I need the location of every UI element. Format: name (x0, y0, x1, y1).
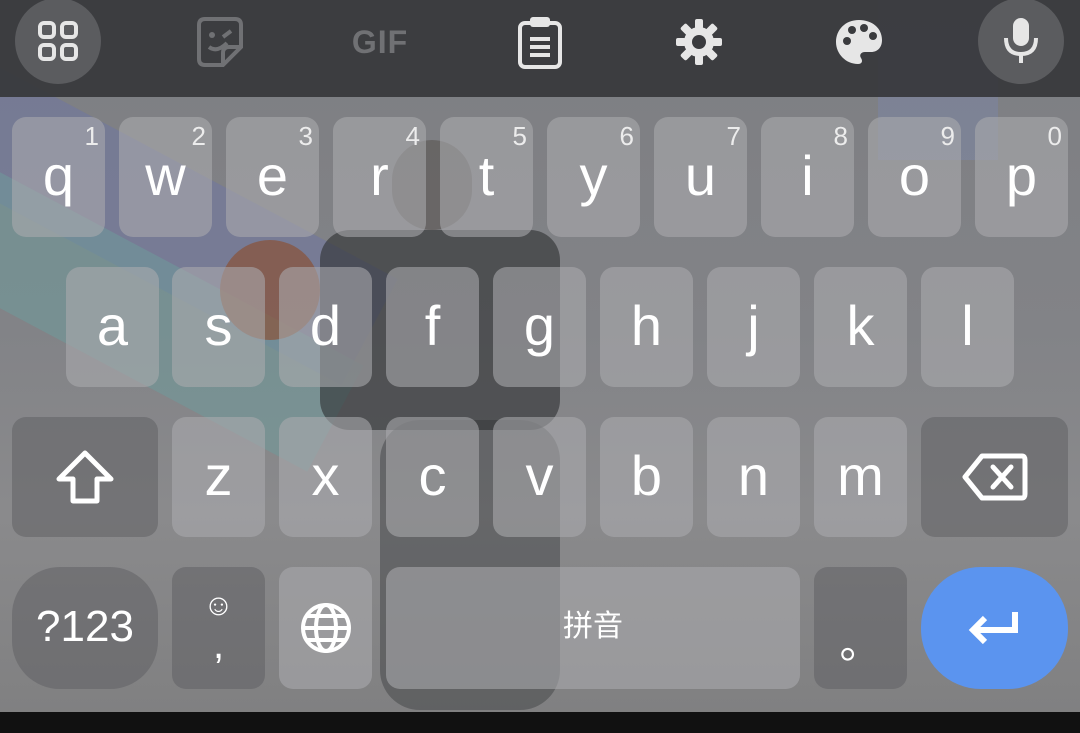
comma-emoji-key[interactable]: ☺ , (172, 567, 265, 689)
key-o[interactable]: 9o (868, 117, 961, 237)
key-label: h (630, 294, 663, 357)
symbols-key[interactable]: ?123 (12, 567, 158, 689)
sticker-icon[interactable] (175, 0, 265, 84)
key-label: b (630, 444, 663, 507)
key-i[interactable]: 8i (761, 117, 854, 237)
key-label: p (1005, 144, 1038, 207)
key-n[interactable]: n (707, 417, 800, 537)
key-label: z (204, 444, 233, 507)
key-hint: 9 (940, 121, 955, 151)
theme-palette-icon[interactable] (814, 0, 904, 84)
key-k[interactable]: k (814, 267, 907, 387)
key-hint: 2 (191, 121, 206, 151)
key-c[interactable]: c (386, 417, 479, 537)
key-label: f (424, 294, 441, 357)
enter-arrow-icon (968, 612, 1018, 645)
key-label: l (961, 294, 974, 357)
backspace-key[interactable] (921, 417, 1068, 537)
key-hint: 6 (619, 121, 634, 151)
key-h[interactable]: h (600, 267, 693, 387)
key-hint: 1 (84, 121, 99, 151)
key-hint: 5 (512, 121, 527, 151)
key-label: o (898, 144, 931, 207)
symbols-key-label: ?123 (36, 602, 134, 651)
key-g[interactable]: g (493, 267, 586, 387)
key-label: j (747, 294, 760, 357)
key-hint: 0 (1047, 121, 1062, 151)
enter-key[interactable] (921, 567, 1068, 689)
key-label: e (256, 144, 289, 207)
key-label: c (418, 444, 447, 507)
key-q[interactable]: 1q (12, 117, 105, 237)
key-r[interactable]: 4r (333, 117, 426, 237)
emoji-icon: ☺ (203, 589, 234, 622)
key-label: x (311, 444, 340, 507)
key-label: s (204, 294, 233, 357)
period-label: 。 (839, 620, 882, 667)
key-label: k (846, 294, 875, 357)
key-label: u (684, 144, 717, 207)
key-m[interactable]: m (814, 417, 907, 537)
key-p[interactable]: 0p (975, 117, 1068, 237)
globe-icon (300, 603, 351, 653)
key-label: a (96, 294, 129, 357)
key-label: t (478, 144, 495, 207)
key-label: m (837, 444, 884, 507)
key-z[interactable]: z (172, 417, 265, 537)
settings-gear-icon[interactable] (654, 0, 744, 84)
key-hint: 8 (833, 121, 848, 151)
key-y[interactable]: 6y (547, 117, 640, 237)
key-w[interactable]: 2w (119, 117, 212, 237)
key-b[interactable]: b (600, 417, 693, 537)
language-switch-key[interactable] (279, 567, 372, 689)
key-label: d (309, 294, 342, 357)
period-key[interactable]: 。 (814, 567, 907, 689)
key-e[interactable]: 3e (226, 117, 319, 237)
key-t[interactable]: 5t (440, 117, 533, 237)
key-label: i (801, 144, 814, 207)
key-label: v (525, 444, 554, 507)
apps-grid-icon[interactable] (15, 0, 101, 84)
keyboard-toolbar: GIF (0, 0, 1080, 97)
key-hint: 7 (726, 121, 741, 151)
key-label: r (370, 144, 389, 207)
key-label: q (42, 144, 75, 207)
key-hint: 3 (298, 121, 313, 151)
key-label: g (523, 294, 556, 357)
key-s[interactable]: s (172, 267, 265, 387)
key-d[interactable]: d (279, 267, 372, 387)
space-key-label: 拼音 (563, 610, 623, 643)
key-label: w (145, 144, 186, 207)
key-x[interactable]: x (279, 417, 372, 537)
key-label: n (737, 444, 770, 507)
shift-key[interactable] (12, 417, 158, 537)
shift-arrow-icon (56, 450, 114, 504)
clipboard-icon[interactable] (495, 0, 585, 84)
microphone-icon[interactable] (978, 0, 1064, 84)
space-key[interactable]: 拼音 (386, 567, 800, 689)
key-f[interactable]: f (386, 267, 479, 387)
key-l[interactable]: l (921, 267, 1014, 387)
key-a[interactable]: a (66, 267, 159, 387)
gif-icon[interactable]: GIF (335, 0, 425, 84)
key-v[interactable]: v (493, 417, 586, 537)
comma-label: , (212, 623, 225, 667)
navigation-bar (0, 712, 1080, 733)
backspace-icon (962, 453, 1027, 501)
key-j[interactable]: j (707, 267, 800, 387)
key-u[interactable]: 7u (654, 117, 747, 237)
key-hint: 4 (405, 121, 420, 151)
key-label: y (579, 144, 608, 207)
